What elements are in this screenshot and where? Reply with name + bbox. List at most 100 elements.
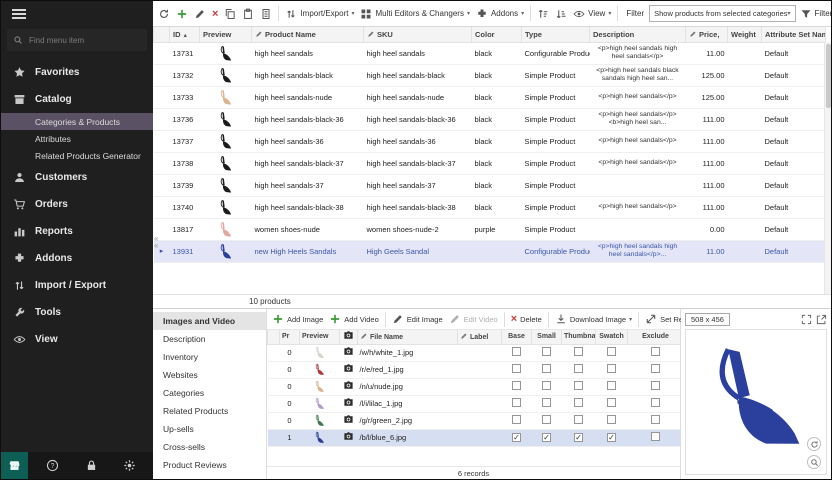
open-external-button[interactable] (816, 314, 827, 325)
column-header-thumbnail[interactable]: Thumbna (562, 330, 596, 344)
delete-image-button[interactable]: ×Delete (509, 313, 544, 325)
product-row[interactable]: 13740high heel sandals-black-38high heel… (154, 196, 826, 218)
sidebar-item-catalog[interactable]: Catalog (1, 86, 153, 113)
paste-button[interactable] (240, 7, 256, 21)
hamburger-menu-button[interactable] (1, 1, 153, 27)
column-header-product-name[interactable]: Product Name (252, 27, 364, 42)
add-image-button[interactable]: Add Image (270, 312, 325, 326)
small-checkbox[interactable] (542, 347, 551, 356)
tab-description[interactable]: Description (153, 330, 266, 348)
tab-websites[interactable]: Websites (153, 366, 266, 384)
image-row[interactable]: 1/b/l/blue_6.jpg✓✓✓✓ (268, 429, 681, 446)
column-header-type[interactable]: Type (522, 27, 590, 42)
multi-editors-menu-button[interactable]: Multi Editors & Changers▾ (358, 7, 472, 21)
column-header-weight[interactable]: Weight (728, 27, 762, 42)
swatch-checkbox[interactable] (607, 347, 616, 356)
preview-image[interactable] (685, 329, 827, 475)
sort-asc-button[interactable] (535, 7, 551, 21)
product-row[interactable]: 13737high heel sandals-36high heel sanda… (154, 130, 826, 152)
import-export-menu-button[interactable]: Import/Export▾ (283, 7, 356, 21)
column-header-file-name[interactable]: File Name (358, 330, 458, 344)
base-checkbox[interactable]: ✓ (512, 433, 521, 442)
image-row[interactable]: 0/l/i/lilac_1.jpg (268, 395, 681, 412)
sidebar-item-addons[interactable]: Addons (1, 245, 153, 272)
product-row[interactable]: 13739high heel sandals-37high heel sanda… (154, 174, 826, 196)
edit-product-button[interactable] (192, 7, 208, 21)
sidebar-item-import-export[interactable]: Import / Export (1, 272, 153, 299)
exclude-checkbox[interactable] (651, 381, 660, 390)
base-checkbox[interactable] (512, 415, 521, 424)
swatch-checkbox[interactable] (607, 364, 616, 373)
thumbnail-checkbox[interactable]: ✓ (574, 433, 583, 442)
thumbnail-checkbox[interactable] (574, 415, 583, 424)
column-header-position[interactable]: Pr (280, 330, 300, 344)
column-header-preview[interactable]: Preview (300, 330, 340, 344)
thumbnail-checkbox[interactable] (574, 347, 583, 356)
product-row[interactable]: 13732high heel sandals-blackhigh heel sa… (154, 64, 826, 86)
thumbnail-checkbox[interactable] (574, 364, 583, 373)
lock-button[interactable] (78, 452, 105, 479)
sidebar-item-customers[interactable]: Customers (1, 164, 153, 191)
sidebar-search-input[interactable]: Find menu item (7, 29, 147, 51)
store-button[interactable] (1, 452, 28, 479)
swatch-checkbox[interactable] (607, 398, 616, 407)
products-scrollbar[interactable] (824, 42, 831, 294)
tab-related-products[interactable]: Related Products (153, 402, 266, 420)
edit-video-button[interactable]: Edit Video (447, 312, 500, 326)
duplicate-button[interactable] (258, 7, 274, 21)
column-header-label[interactable]: Label (458, 330, 502, 344)
product-row[interactable]: 13731high heel sandalshigh heel sandalsb… (154, 42, 826, 64)
filters-menu-button[interactable]: Filters▾ (798, 7, 832, 21)
sidebar-item-tools[interactable]: Tools (1, 299, 153, 326)
thumbnail-checkbox[interactable] (574, 398, 583, 407)
tab-product-reviews[interactable]: Product Reviews (153, 456, 266, 474)
image-row[interactable]: 0/g/r/green_2.jpg (268, 412, 681, 429)
sidebar-item-reports[interactable]: Reports (1, 218, 153, 245)
sidebar-item-favorites[interactable]: Favorites (1, 59, 153, 86)
product-row[interactable]: 13738high heel sandals-black-37high heel… (154, 152, 826, 174)
edit-image-button[interactable]: Edit Image (390, 312, 445, 326)
addons-menu-button[interactable]: Addons▾ (474, 7, 526, 21)
small-checkbox[interactable]: ✓ (542, 433, 551, 442)
sidebar-collapse-handle[interactable]: «« (154, 235, 158, 249)
scrollbar-thumb[interactable] (826, 44, 831, 108)
small-checkbox[interactable] (542, 398, 551, 407)
exclude-checkbox[interactable] (651, 415, 660, 424)
exclude-checkbox[interactable] (651, 398, 660, 407)
rotate-button[interactable] (807, 437, 821, 451)
base-checkbox[interactable] (512, 398, 521, 407)
column-header-camera[interactable] (340, 330, 358, 344)
column-header-price[interactable]: Price, (686, 27, 728, 42)
zoom-button[interactable] (807, 455, 821, 469)
thumbnail-checkbox[interactable] (574, 381, 583, 390)
product-row[interactable]: ▸13931new High Heels SandalsHigh Geels S… (154, 240, 826, 262)
fullscreen-button[interactable] (801, 314, 812, 325)
sidebar-item-view[interactable]: View (1, 326, 153, 353)
column-header-exclude[interactable]: Exclude (628, 330, 681, 344)
image-row[interactable]: 0/n/u/nude.jpg (268, 378, 681, 395)
base-checkbox[interactable] (512, 347, 521, 356)
exclude-checkbox[interactable] (651, 364, 660, 373)
column-header-id[interactable]: ID▲ (170, 27, 200, 42)
product-row[interactable]: 13817women shoes-nudewomen shoes-nude-2p… (154, 218, 826, 240)
column-header[interactable] (154, 27, 170, 42)
add-product-button[interactable] (174, 7, 190, 21)
view-menu-button[interactable]: View▾ (571, 7, 613, 21)
tab-categories[interactable]: Categories (153, 384, 266, 402)
sidebar-item-attributes[interactable]: Attributes (1, 130, 153, 147)
add-video-button[interactable]: Add Video (327, 312, 380, 326)
product-row[interactable]: 13733high heel sandals-nudehigh heel san… (154, 86, 826, 108)
exclude-checkbox[interactable] (651, 432, 660, 441)
column-header-preview[interactable]: Preview (200, 27, 252, 42)
small-checkbox[interactable] (542, 364, 551, 373)
sort-desc-button[interactable] (553, 7, 569, 21)
column-header-base[interactable]: Base (502, 330, 532, 344)
swatch-checkbox[interactable] (607, 381, 616, 390)
small-checkbox[interactable] (542, 381, 551, 390)
sidebar-item-related-products-generator[interactable]: Related Products Generator (1, 147, 153, 164)
sidebar-item-orders[interactable]: Orders (1, 191, 153, 218)
column-header-sku[interactable]: SKU (364, 27, 472, 42)
column-header-small[interactable]: Small (532, 330, 562, 344)
small-checkbox[interactable] (542, 415, 551, 424)
column-header[interactable] (268, 330, 280, 344)
